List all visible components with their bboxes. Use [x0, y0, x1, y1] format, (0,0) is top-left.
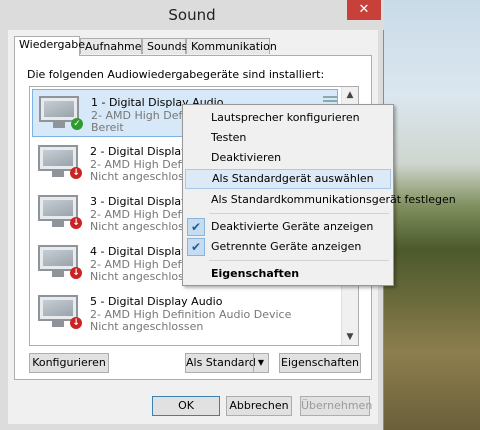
tab-sounds[interactable]: Sounds	[142, 38, 187, 54]
device-name: 5 - Digital Display Audio	[90, 295, 223, 308]
device-item[interactable]: ↓ 5 - Digital Display Audio 2- AMD High …	[32, 289, 338, 337]
tab-aufnahme[interactable]: Aufnahme	[80, 38, 142, 54]
monitor-icon: ↓	[38, 245, 82, 279]
disconnected-icon: ↓	[70, 267, 82, 279]
monitor-icon: ↓	[38, 195, 82, 229]
monitor-icon: ↓	[38, 145, 82, 179]
menu-item-show-disabled-devices[interactable]: ✔ Deaktivierte Geräte anzeigen	[185, 217, 391, 237]
default-device-check-icon: ✓	[71, 118, 83, 130]
menu-item-test[interactable]: Testen	[185, 128, 391, 148]
menu-item-label: Deaktivierte Geräte anzeigen	[211, 220, 374, 233]
menu-separator	[209, 213, 389, 214]
set-default-split-button[interactable]: Als Standard ▼	[185, 353, 269, 373]
device-context-menu: Lautsprecher konfigurieren Testen Deakti…	[182, 104, 456, 286]
monitor-icon: ✓	[39, 96, 83, 130]
menu-item-disable[interactable]: Deaktivieren	[185, 148, 391, 168]
disconnected-icon: ↓	[70, 317, 82, 329]
scroll-up-arrow-icon[interactable]: ▲	[342, 87, 358, 103]
ok-button[interactable]: OK	[152, 396, 220, 416]
device-status: Bereit	[91, 121, 124, 134]
set-default-label: Als Standard	[186, 356, 256, 369]
disconnected-icon: ↓	[70, 217, 82, 229]
scroll-down-arrow-icon[interactable]: ▼	[342, 329, 358, 345]
apply-button[interactable]: Übernehmen	[300, 396, 372, 416]
tab-kommunikation[interactable]: Kommunikation	[186, 38, 277, 54]
menu-item-configure-speakers[interactable]: Lautsprecher konfigurieren	[185, 108, 391, 128]
title-bar[interactable]: Sound ✕	[0, 0, 384, 30]
window-title: Sound	[168, 6, 216, 24]
menu-item-label: Getrennte Geräte anzeigen	[211, 240, 362, 253]
panel-heading: Die folgenden Audiowiedergabegeräte sind…	[27, 68, 325, 81]
menu-item-set-default-communication[interactable]: Als Standardkommunikationsgerät festlege…	[185, 190, 456, 210]
configure-button[interactable]: Konfigurieren	[29, 353, 109, 373]
tab-wiedergabe[interactable]: Wiedergabe	[14, 36, 85, 56]
monitor-icon: ↓	[38, 295, 82, 329]
close-button[interactable]: ✕	[347, 0, 381, 20]
disconnected-icon: ↓	[70, 167, 82, 179]
device-status: Nicht angeschlossen	[90, 320, 204, 333]
dropdown-arrow-icon[interactable]: ▼	[253, 354, 268, 372]
menu-item-properties[interactable]: Eigenschaften	[185, 264, 391, 284]
cancel-button[interactable]: Abbrechen	[226, 396, 292, 416]
menu-item-set-default-device[interactable]: Als Standardgerät auswählen	[185, 169, 391, 189]
menu-separator	[209, 260, 389, 261]
properties-button[interactable]: Eigenschaften	[279, 353, 361, 373]
menu-item-show-disconnected-devices[interactable]: ✔ Getrennte Geräte anzeigen	[185, 237, 391, 257]
